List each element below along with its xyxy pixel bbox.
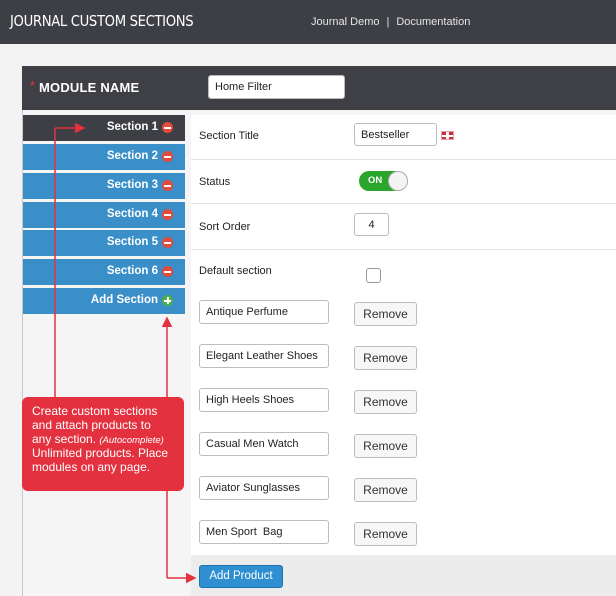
product-input[interactable]: [199, 388, 329, 412]
remove-icon[interactable]: [162, 237, 173, 248]
callout-line: modules on any page.: [32, 460, 151, 475]
remove-product-button[interactable]: Remove: [354, 434, 417, 458]
sort-order-label: Sort Order: [199, 221, 251, 233]
product-input[interactable]: [199, 432, 329, 456]
remove-icon[interactable]: [162, 151, 173, 162]
callout-line: and attach products to: [32, 417, 151, 432]
remove-product-button[interactable]: Remove: [354, 390, 417, 414]
remove-icon[interactable]: [162, 266, 173, 277]
sort-order-input[interactable]: [354, 213, 389, 236]
header-links: Journal Demo | Documentation: [311, 16, 470, 28]
module-name-label: MODULE NAME: [39, 80, 140, 95]
section-title-label: Section Title: [199, 130, 259, 142]
section-tab-5[interactable]: Section 5: [23, 230, 185, 256]
section-tab-label: Section 2: [106, 150, 158, 162]
app-title: JOURNAL CUSTOM SECTIONS: [10, 12, 194, 30]
section-tab-label: Section 1: [106, 121, 158, 133]
section-title-input[interactable]: [354, 123, 437, 146]
product-input[interactable]: [199, 476, 329, 500]
remove-product-button[interactable]: Remove: [354, 478, 417, 502]
status-label: Status: [199, 176, 231, 188]
status-toggle[interactable]: ON: [359, 171, 408, 191]
remove-product-button[interactable]: Remove: [354, 302, 417, 326]
section-tab-label: Section 5: [106, 236, 158, 248]
callout-line: Create custom sections: [32, 404, 158, 418]
callout-line: Unlimited products. Place: [32, 446, 169, 461]
documentation-link[interactable]: Documentation: [396, 16, 470, 28]
module-name-input[interactable]: [208, 75, 345, 99]
section-tab-4[interactable]: Section 4: [23, 202, 185, 228]
autocomplete-note: (Autocomplete): [99, 434, 164, 446]
sort-order-row: [191, 204, 616, 250]
remove-icon[interactable]: [162, 209, 173, 220]
product-input[interactable]: [199, 344, 329, 368]
remove-icon[interactable]: [162, 122, 173, 133]
remove-icon[interactable]: [162, 180, 173, 191]
add-icon[interactable]: [162, 295, 173, 306]
callout-line: any section. (Autocomplete): [32, 431, 176, 448]
section-tab-2[interactable]: Section 2: [23, 144, 185, 170]
toggle-on-text: ON: [368, 175, 383, 186]
default-section-checkbox[interactable]: [366, 268, 381, 283]
remove-product-button[interactable]: Remove: [354, 522, 417, 546]
section-tab-6[interactable]: Section 6: [23, 259, 185, 285]
remove-product-button[interactable]: Remove: [354, 346, 417, 370]
add-product-button[interactable]: Add Product: [199, 565, 283, 588]
top-header: JOURNAL CUSTOM SECTIONS Journal Demo | Doc…: [0, 0, 616, 44]
info-callout: Create custom sections and attach produc…: [22, 397, 184, 491]
callout-text: any section.: [32, 431, 97, 446]
required-mark: *: [30, 78, 36, 93]
module-name-bar: * MODULE NAME: [22, 66, 616, 110]
add-section-label: Add Section: [90, 294, 158, 306]
journal-demo-link[interactable]: Journal Demo: [311, 16, 379, 28]
toggle-knob: [388, 171, 408, 191]
default-section-label: Default section: [199, 265, 272, 277]
section-tab-label: Section 4: [106, 208, 158, 220]
section-tab-label: Section 6: [106, 265, 158, 277]
add-section-button[interactable]: Add Section: [23, 288, 185, 314]
product-input[interactable]: [199, 520, 329, 544]
section-tab-label: Section 3: [106, 179, 158, 191]
section-tab-3[interactable]: Section 3: [23, 173, 185, 199]
uk-flag-icon[interactable]: [441, 131, 454, 140]
product-input[interactable]: [199, 300, 329, 324]
section-tab-1[interactable]: Section 1: [23, 115, 185, 141]
header-separator: |: [386, 16, 390, 28]
